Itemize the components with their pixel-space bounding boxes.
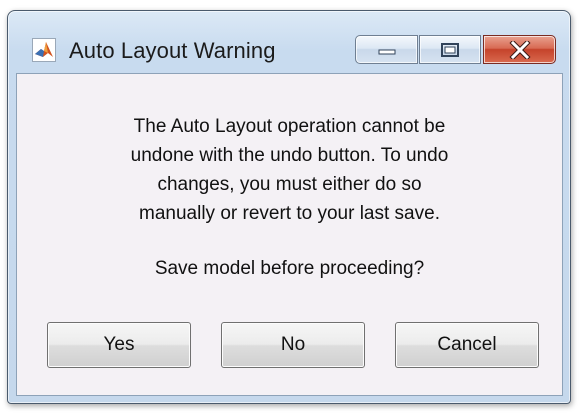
minimize-button[interactable] [355, 35, 418, 64]
maximize-button[interactable] [419, 35, 481, 64]
title-bar[interactable]: Auto Layout Warning [8, 11, 570, 73]
message-line: changes, you must either do so [157, 174, 422, 195]
close-button[interactable] [483, 35, 556, 64]
matlab-membrane-icon[interactable] [32, 38, 56, 62]
message-line: manually or revert to your last save. [139, 203, 440, 224]
close-icon [508, 40, 531, 59]
maximize-icon [441, 42, 459, 57]
warning-message: The Auto Layout operation cannot be undo… [17, 112, 562, 228]
save-question: Save model before proceeding? [154, 258, 425, 279]
dialog-content: The Auto Layout operation cannot be undo… [16, 73, 563, 396]
yes-button[interactable]: Yes [47, 322, 191, 368]
cancel-button[interactable]: Cancel [395, 322, 539, 368]
message-line: undone with the undo button. To undo [130, 145, 449, 166]
dialog-window: Auto Layout Warning The Auto Layout oper… [7, 10, 571, 404]
message-line: The Auto Layout operation cannot be [133, 116, 446, 137]
minimize-icon [378, 49, 395, 54]
no-button[interactable]: No [221, 322, 365, 368]
window-title: Auto Layout Warning [69, 38, 276, 63]
